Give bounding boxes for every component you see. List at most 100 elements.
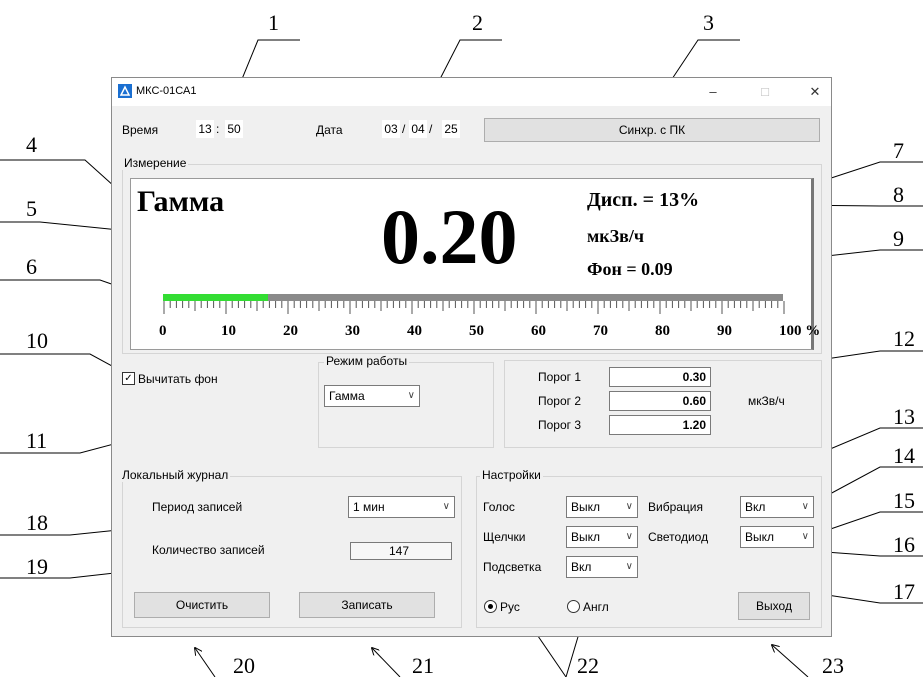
callout-20: 20 [233, 653, 255, 678]
scale-label: 20 [283, 323, 298, 339]
minimize-button[interactable]: – [698, 82, 728, 102]
callout-15: 15 [893, 488, 915, 513]
clicks-select[interactable]: Выкл ∨ [566, 526, 638, 548]
chevron-down-icon: ∨ [625, 501, 633, 512]
voice-select[interactable]: Выкл ∨ [566, 496, 638, 518]
work-mode-title: Режим работы [324, 354, 410, 368]
lang-ru-radio[interactable] [484, 600, 497, 613]
write-journal-button[interactable]: Записать [299, 592, 435, 618]
sync-pc-button[interactable]: Синхр. с ПК [484, 118, 820, 142]
work-mode-select[interactable]: Гамма ∨ [324, 385, 420, 407]
maximize-button[interactable]: □ [750, 82, 780, 102]
subtract-bg-checkbox[interactable]: ✓ [122, 372, 135, 385]
date-day[interactable]: 03 [382, 120, 400, 138]
backlight-select[interactable]: Вкл ∨ [566, 556, 638, 578]
radio-dot-icon [488, 604, 493, 609]
date-month[interactable]: 04 [409, 120, 427, 138]
scale-label: 0 [159, 323, 167, 339]
record-count-field: 147 [350, 542, 452, 560]
time-minutes[interactable]: 50 [225, 120, 243, 138]
scale-label: 70 [593, 323, 608, 339]
scale-label: 60 [531, 323, 546, 339]
callout-13: 13 [893, 404, 915, 429]
exit-button[interactable]: Выход [738, 592, 810, 620]
time-separator: : [216, 122, 220, 136]
dose-value: 0.20 [381, 193, 518, 280]
app-window: МКС-01СА1 – □ ✕ Время 13 : 50 Дата 03 / … [111, 77, 832, 637]
time-label: Время [122, 123, 159, 137]
scale-label: 90 [717, 323, 732, 339]
date-label: Дата [316, 123, 343, 137]
lang-en-label: Англ [583, 600, 609, 614]
callout-2: 2 [472, 10, 483, 35]
scale-label: 10 [221, 323, 236, 339]
record-count-label: Количество записей [152, 543, 265, 557]
dose-progress-fill [163, 294, 269, 301]
led-label: Светодиод [648, 530, 709, 544]
callout-3: 3 [703, 10, 714, 35]
measure-display: Гамма 0.20 Дисп. = 13% мкЗв/ч Фон = 0.09… [130, 178, 820, 350]
callout-18: 18 [26, 510, 48, 535]
scale-label: 80 [655, 323, 670, 339]
threshold-1-input[interactable]: 0.30 [609, 367, 711, 387]
threshold-1-label: Порог 1 [538, 370, 582, 384]
callout-5: 5 [26, 196, 37, 221]
measure-group-title: Измерение [122, 156, 189, 170]
work-mode-value: Гамма [329, 389, 365, 403]
date-separator-2: / [429, 122, 433, 136]
callout-6: 6 [26, 254, 37, 279]
time-hours[interactable]: 13 [196, 120, 214, 138]
measure-mode-label: Гамма [137, 185, 225, 218]
callout-1: 1 [268, 10, 279, 35]
chevron-down-icon: ∨ [625, 561, 633, 572]
chevron-down-icon: ∨ [407, 390, 415, 401]
callout-10: 10 [26, 328, 48, 353]
callout-21: 21 [412, 653, 434, 678]
callout-8: 8 [893, 182, 904, 207]
voice-value: Выкл [571, 500, 601, 514]
vibration-label: Вибрация [648, 500, 704, 514]
chevron-down-icon: ∨ [801, 501, 809, 512]
chevron-down-icon: ∨ [801, 531, 809, 542]
clicks-label: Щелчки [483, 530, 526, 544]
led-select[interactable]: Выкл ∨ [740, 526, 814, 548]
callout-7: 7 [893, 138, 904, 163]
clear-journal-button[interactable]: Очистить [134, 592, 270, 618]
dose-scale-ticks [163, 301, 785, 314]
led-value: Выкл [745, 530, 775, 544]
voice-label: Голос [483, 500, 515, 514]
record-period-select[interactable]: 1 мин ∨ [348, 496, 455, 518]
threshold-3-label: Порог 3 [538, 418, 582, 432]
callout-23: 23 [822, 653, 844, 678]
lang-ru-label: Рус [500, 600, 520, 614]
close-button[interactable]: ✕ [800, 82, 830, 102]
threshold-2-input[interactable]: 0.60 [609, 391, 711, 411]
dispersion-text: Дисп. = 13% [587, 189, 700, 211]
callout-19: 19 [26, 554, 48, 579]
chevron-down-icon: ∨ [625, 531, 633, 542]
threshold-3-input[interactable]: 1.20 [609, 415, 711, 435]
callout-4: 4 [26, 132, 37, 157]
scale-label: 50 [469, 323, 484, 339]
scale-label: 30 [345, 323, 360, 339]
clicks-value: Выкл [571, 530, 601, 544]
lang-en-radio[interactable] [567, 600, 580, 613]
date-year[interactable]: 25 [442, 120, 460, 138]
chevron-down-icon: ∨ [442, 501, 450, 512]
callout-16: 16 [893, 532, 915, 557]
callout-9: 9 [893, 226, 904, 251]
threshold-2-label: Порог 2 [538, 394, 582, 408]
backlight-label: Подсветка [483, 560, 542, 574]
callout-12: 12 [893, 326, 915, 351]
threshold-unit: мкЗв/ч [748, 394, 785, 408]
dose-progress-track [163, 294, 783, 301]
dose-scale-labels: 0 10 20 30 40 50 60 70 80 90 100 % [159, 323, 823, 343]
vibration-select[interactable]: Вкл ∨ [740, 496, 814, 518]
title-bar[interactable]: МКС-01СА1 – □ ✕ [112, 78, 831, 106]
dose-unit: мкЗв/ч [587, 226, 645, 246]
callout-22: 22 [577, 653, 599, 678]
background-text: Фон = 0.09 [587, 259, 673, 279]
app-icon [118, 84, 132, 98]
record-period-label: Период записей [152, 500, 243, 514]
date-separator-1: / [402, 122, 406, 136]
